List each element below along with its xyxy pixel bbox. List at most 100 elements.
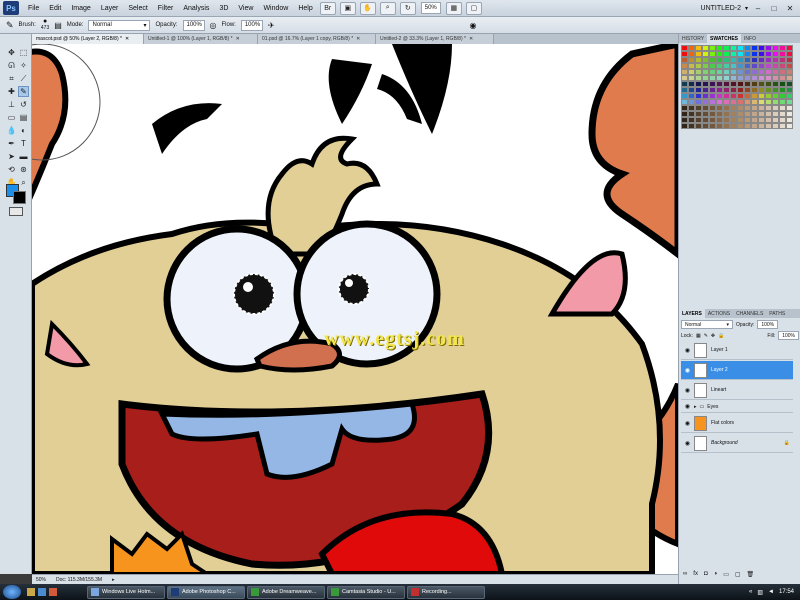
- visibility-eye-icon[interactable]: ◉: [683, 366, 692, 375]
- visibility-eye-icon[interactable]: ◉: [683, 346, 692, 355]
- color-swatch[interactable]: [758, 123, 765, 129]
- taskbar-button[interactable]: Camtasia Studio - U...: [327, 585, 405, 599]
- tab-untitled-2[interactable]: Untitled-2 @ 33.3% (Layer 1, RGB/8) * ✕: [376, 34, 494, 44]
- tray-arrow-icon[interactable]: «: [749, 589, 752, 595]
- 3d-rotate-tool-icon[interactable]: ⟲: [6, 164, 17, 175]
- shape-tool-icon[interactable]: ▬: [18, 151, 29, 162]
- history-brush-tool-icon[interactable]: ↺: [18, 99, 29, 110]
- brush-tool-icon[interactable]: ✎: [18, 86, 29, 97]
- type-tool-icon[interactable]: T: [18, 138, 29, 149]
- 3d-orbit-tool-icon[interactable]: ⊛: [18, 164, 29, 175]
- layer-row[interactable]: ◉ Background 🔒: [681, 434, 793, 453]
- status-zoom[interactable]: 50%: [36, 577, 46, 583]
- crop-tool-icon[interactable]: ⌗: [6, 73, 17, 84]
- minimize-icon[interactable]: –: [752, 3, 764, 14]
- menu-image[interactable]: Image: [66, 5, 95, 12]
- link-layers-icon[interactable]: ∞: [683, 571, 687, 578]
- workspace-chevron-icon[interactable]: ▾: [745, 5, 748, 12]
- eraser-tool-icon[interactable]: ▭: [6, 112, 17, 123]
- delete-layer-icon[interactable]: 🗑: [747, 571, 755, 578]
- layer-group-row[interactable]: ◉ ▸ ▭ Eyes: [681, 401, 793, 413]
- color-swatch[interactable]: [737, 123, 744, 129]
- layer-opacity-field[interactable]: 100%: [757, 320, 779, 329]
- tab-01-psd[interactable]: 01.psd @ 16.7% (Layer 1 copy, RGB/8) * ✕: [258, 34, 376, 44]
- network-icon[interactable]: ▥: [757, 589, 763, 596]
- taskbar-button[interactable]: Recording...: [407, 585, 485, 599]
- maximize-icon[interactable]: □: [768, 3, 780, 14]
- taskbar-button-active[interactable]: Adobe Photoshop C...: [167, 585, 245, 599]
- marquee-tool-icon[interactable]: ⬚: [18, 47, 29, 58]
- lock-pixels-icon[interactable]: ✎: [704, 333, 708, 339]
- bridge-icon[interactable]: Br: [319, 1, 336, 15]
- gradient-tool-icon[interactable]: ▤: [18, 112, 29, 123]
- swatch-grid[interactable]: [681, 45, 793, 129]
- color-swatch[interactable]: [716, 123, 723, 129]
- quick-launch-icon[interactable]: [38, 588, 46, 596]
- menu-3d[interactable]: 3D: [214, 5, 233, 12]
- healing-brush-tool-icon[interactable]: ✚: [6, 86, 17, 97]
- tab-close-icon[interactable]: ✕: [236, 36, 240, 42]
- color-swatch[interactable]: [765, 123, 772, 129]
- tab-history[interactable]: HISTORY: [679, 34, 707, 43]
- visibility-eye-icon[interactable]: ◉: [683, 439, 692, 448]
- lasso-tool-icon[interactable]: ᘏ: [6, 60, 17, 71]
- airbrush-icon[interactable]: ✈: [268, 21, 275, 30]
- tab-channels[interactable]: CHANNELS: [733, 309, 766, 318]
- start-button[interactable]: [3, 585, 21, 599]
- zoom-tool-icon[interactable]: ⌕: [379, 1, 396, 15]
- mini-bridge-icon[interactable]: ▣: [339, 1, 356, 15]
- menu-edit[interactable]: Edit: [44, 5, 66, 12]
- menu-analysis[interactable]: Analysis: [178, 5, 214, 12]
- tab-mascot[interactable]: mascot.psd @ 50% (Layer 2, RGB/8) * ✕: [32, 34, 144, 44]
- workspace-switcher[interactable]: UNTITLED-2: [701, 5, 741, 12]
- move-tool-icon[interactable]: ✥: [6, 47, 17, 58]
- taskbar-button[interactable]: Adobe Dreamweave...: [247, 585, 325, 599]
- color-swatch[interactable]: [730, 123, 737, 129]
- brush-size-value[interactable]: 473: [41, 25, 49, 31]
- rotate-view-icon[interactable]: ↻: [399, 1, 416, 15]
- taskbar-button[interactable]: Windows Live Hotm...: [87, 585, 165, 599]
- background-color-swatch[interactable]: [13, 191, 26, 204]
- brush-panel-toggle-icon[interactable]: ▤: [54, 21, 62, 30]
- opacity-pressure-icon[interactable]: ◎: [210, 21, 217, 30]
- color-swatch[interactable]: [723, 123, 730, 129]
- new-layer-icon[interactable]: ▢: [735, 571, 741, 578]
- new-group-icon[interactable]: ▭: [723, 571, 729, 578]
- pen-tool-icon[interactable]: ✒: [6, 138, 17, 149]
- tab-paths[interactable]: PATHS: [766, 309, 788, 318]
- tab-actions[interactable]: ACTIONS: [705, 309, 733, 318]
- flow-field[interactable]: 100%: [240, 19, 263, 31]
- layer-row-selected[interactable]: ◉ Layer 2: [681, 361, 793, 380]
- menu-filter[interactable]: Filter: [153, 5, 179, 12]
- brush-tool-preset-icon[interactable]: ✎: [6, 20, 14, 31]
- quick-launch-icon[interactable]: [27, 588, 35, 596]
- lock-position-icon[interactable]: ✥: [711, 333, 715, 339]
- layer-style-icon[interactable]: fx: [693, 571, 698, 578]
- tab-swatches[interactable]: SWATCHES: [707, 34, 742, 43]
- layer-mask-icon[interactable]: ◘: [704, 571, 708, 578]
- quick-mask-icon[interactable]: [9, 207, 23, 216]
- path-selection-tool-icon[interactable]: ➤: [6, 151, 17, 162]
- visibility-eye-icon[interactable]: ◉: [683, 419, 692, 428]
- tab-close-icon[interactable]: ✕: [356, 36, 360, 42]
- tab-layers[interactable]: LAYERS: [679, 309, 705, 318]
- screen-mode-icon[interactable]: ▢: [465, 1, 482, 15]
- layer-row[interactable]: ◉ Layer 1: [681, 341, 793, 360]
- visibility-eye-icon[interactable]: ◉: [683, 386, 692, 395]
- dodge-tool-icon[interactable]: ◐: [18, 125, 29, 136]
- adjustment-layer-icon[interactable]: ◑: [714, 571, 718, 578]
- quick-launch-icon[interactable]: [49, 588, 57, 596]
- menu-help[interactable]: Help: [293, 5, 317, 12]
- volume-icon[interactable]: ◄: [768, 589, 774, 595]
- zoom-tool-icon[interactable]: ⌕: [18, 177, 29, 188]
- color-swatch[interactable]: [695, 123, 702, 129]
- color-swatch[interactable]: [779, 123, 786, 129]
- status-arrow-icon[interactable]: ▸: [112, 577, 115, 583]
- menu-file[interactable]: File: [23, 5, 44, 12]
- zoom-level-select[interactable]: 50%: [420, 2, 441, 14]
- clone-stamp-tool-icon[interactable]: ⊥: [6, 99, 17, 110]
- tab-close-icon[interactable]: ✕: [469, 36, 473, 42]
- fill-field[interactable]: 100%: [778, 331, 799, 340]
- group-expand-icon[interactable]: ▸: [694, 404, 697, 410]
- color-swatch[interactable]: [744, 123, 751, 129]
